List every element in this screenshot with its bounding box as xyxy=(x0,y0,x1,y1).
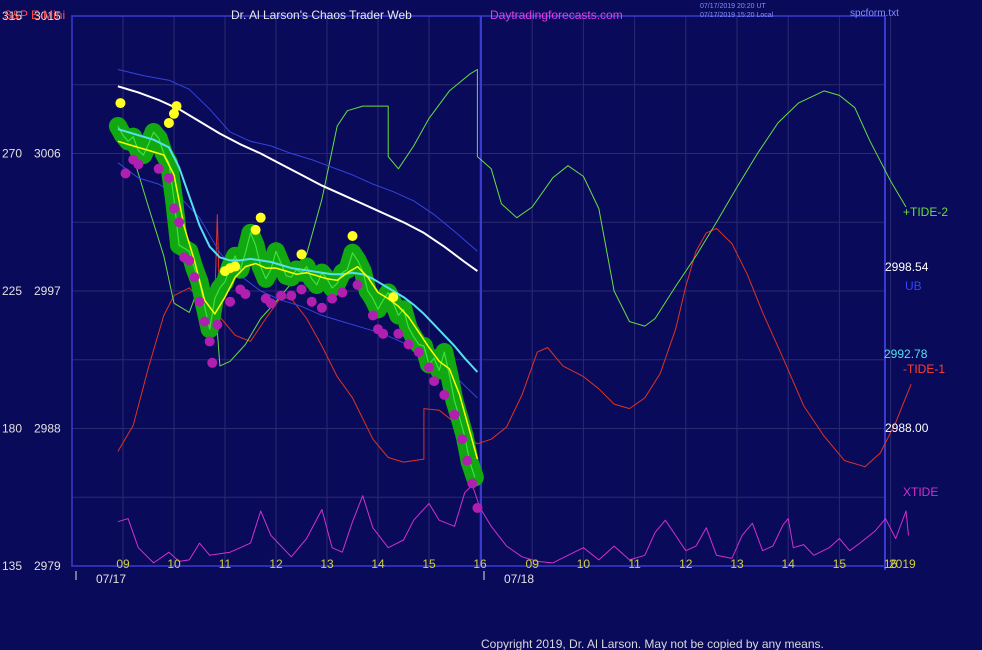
magenta-dot xyxy=(296,284,307,295)
magenta-dot xyxy=(174,217,185,228)
x-tick-label: 10 xyxy=(167,557,181,571)
x-tick-label: 13 xyxy=(730,557,744,571)
magenta-dot xyxy=(352,279,363,290)
ub-value-label: 2998.54 xyxy=(885,260,929,274)
magenta-dot xyxy=(316,302,327,313)
y-tick-outer: 270 xyxy=(2,147,22,161)
magenta-dot xyxy=(429,376,440,387)
tide1-label: -TIDE-1 xyxy=(903,362,945,376)
magenta-dot xyxy=(240,289,251,300)
magenta-dot xyxy=(337,287,348,298)
chart-title: Dr. Al Larson's Chaos Trader Web xyxy=(231,8,412,22)
instrument-label: S&P E-Mini xyxy=(4,8,65,22)
magenta-dot xyxy=(472,502,483,513)
magenta-dot xyxy=(367,310,378,321)
y-tick-inner: 2997 xyxy=(34,284,61,298)
magenta-dot xyxy=(204,336,215,347)
chart-background xyxy=(0,0,982,650)
magenta-dot xyxy=(212,319,223,330)
site-link[interactable]: Daytradingforecasts.com xyxy=(490,8,623,22)
magenta-dot xyxy=(457,434,468,445)
magenta-dot xyxy=(306,296,317,307)
magenta-dot xyxy=(424,362,434,373)
yellow-dot xyxy=(250,224,261,235)
magenta-dot xyxy=(169,203,179,214)
y-tick-inner: 2979 xyxy=(34,559,61,573)
magenta-dot xyxy=(462,455,473,466)
magenta-dot xyxy=(120,168,131,179)
date-label: 07/18 xyxy=(504,572,534,586)
chart-svg: 315 3015270 3006225 2997180 2988135 2979 09 10 1… xyxy=(0,0,982,650)
magenta-dot xyxy=(449,409,460,420)
yellow-dot xyxy=(296,249,307,260)
magenta-dot xyxy=(153,163,164,174)
time-ut: 07/17/2019 20:20 UT xyxy=(700,3,766,10)
x-tick-label: 14 xyxy=(371,557,385,571)
magenta-dot xyxy=(225,296,236,307)
copyright: Copyright 2019, Dr. Al Larson. May not b… xyxy=(481,637,824,650)
year-label: 2019 xyxy=(889,557,916,571)
yellow-dot xyxy=(388,292,399,303)
x-tick-label: 12 xyxy=(679,557,693,571)
magenta-dot xyxy=(207,357,218,368)
yellow-dot xyxy=(115,98,126,109)
yellow-dot xyxy=(230,261,241,272)
magenta-dot xyxy=(199,316,210,327)
x-tick-label: 10 xyxy=(577,557,591,571)
file-label: spcform.txt xyxy=(850,8,899,19)
magenta-dot xyxy=(403,339,414,350)
lb-value-label: 2988.00 xyxy=(885,421,929,435)
x-tick-label: 12 xyxy=(269,557,283,571)
x-tick-label: 09 xyxy=(116,557,130,571)
magenta-dot xyxy=(163,172,174,183)
magenta-dot xyxy=(467,478,478,489)
yellow-dot xyxy=(347,231,358,241)
magenta-dot xyxy=(194,296,205,307)
x-tick-label: 16 xyxy=(473,557,487,571)
magenta-dot xyxy=(189,272,200,283)
y-tick-outer: 180 xyxy=(2,422,22,436)
yellow-dot xyxy=(163,117,174,128)
magenta-dot xyxy=(439,389,450,400)
x-tick-label: 11 xyxy=(219,557,232,571)
magenta-dot xyxy=(393,328,404,339)
x-tick-label: 15 xyxy=(422,557,436,571)
x-tick-label: 11 xyxy=(628,557,641,571)
magenta-dot xyxy=(265,298,276,309)
yellow-dot xyxy=(255,212,266,223)
yellow-dot xyxy=(171,101,182,112)
x-tick-label: 13 xyxy=(320,557,334,571)
magenta-dot xyxy=(378,328,389,339)
ub-label: UB xyxy=(905,279,922,293)
date-label: 07/17 xyxy=(96,572,126,586)
x-tick-label: 09 xyxy=(526,557,540,571)
magenta-dot xyxy=(184,255,195,266)
y-tick-inner: 2988 xyxy=(34,422,61,436)
tide2-label: +TIDE-2 xyxy=(903,205,948,219)
magenta-dot xyxy=(286,290,297,301)
magenta-dot xyxy=(327,293,338,304)
time-local: 07/17/2019 15:20 Local xyxy=(700,12,774,19)
magenta-dot xyxy=(276,290,287,301)
ma-value-label: 2992.78 xyxy=(884,347,928,361)
xtide-label: XTIDE xyxy=(903,485,938,499)
y-tick-inner: 3006 xyxy=(34,147,61,161)
y-tick-outer: 225 xyxy=(2,284,22,298)
x-tick-label: 15 xyxy=(833,557,847,571)
x-tick-label: 14 xyxy=(782,557,796,571)
y-tick-outer: 135 xyxy=(2,559,22,573)
magenta-dot xyxy=(413,347,424,358)
magenta-dot xyxy=(133,159,144,170)
